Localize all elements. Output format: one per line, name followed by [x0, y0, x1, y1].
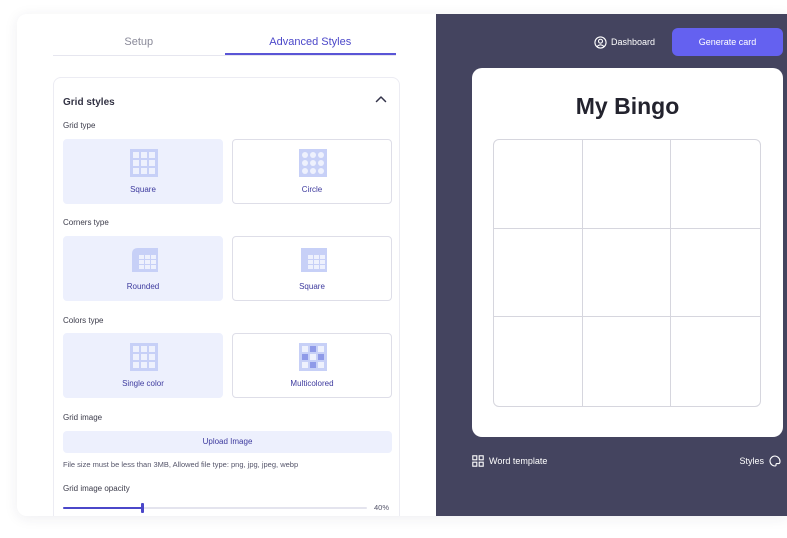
option-label: Single color [122, 379, 164, 388]
corners-type-square-option[interactable]: Square [232, 236, 392, 301]
bingo-cell[interactable] [494, 317, 583, 406]
colors-type-multicolored-option[interactable]: Multicolored [232, 333, 392, 398]
bingo-cell[interactable] [582, 140, 672, 229]
bingo-card-title: My Bingo [575, 93, 680, 119]
palette-icon [769, 455, 781, 467]
upload-hint: File size must be less than 3MB, Allowed… [63, 460, 299, 469]
opacity-slider-fill [63, 507, 143, 509]
rounded-corner-icon [132, 248, 158, 272]
chevron-up-icon[interactable] [374, 92, 388, 106]
option-label: Multicolored [290, 379, 334, 388]
opacity-slider-thumb[interactable] [141, 503, 145, 513]
bingo-card-preview: My Bingo [472, 68, 783, 437]
generate-card-button[interactable]: Generate card [672, 28, 783, 56]
bingo-cell[interactable] [494, 228, 583, 318]
user-circle-icon [594, 35, 607, 49]
word-template-button[interactable]: Word template [472, 455, 547, 467]
single-color-grid-icon [130, 343, 158, 371]
bingo-cell[interactable] [671, 140, 760, 229]
grid-type-label: Grid type [63, 121, 96, 130]
word-template-label: Word template [489, 456, 548, 466]
dashboard-label: Dashboard [611, 37, 656, 47]
page: Setup Advanced Styles Grid styles Grid t… [0, 0, 787, 538]
tab-advanced-styles[interactable]: Advanced Styles [224, 30, 396, 55]
dashboard-link[interactable]: Dashboard [594, 35, 655, 49]
upload-image-button[interactable]: Upload Image [63, 431, 392, 453]
bingo-cell[interactable] [583, 317, 672, 406]
grid-type-circle-option[interactable]: Circle [232, 139, 392, 204]
tab-setup[interactable]: Setup [53, 30, 225, 55]
circle-grid-icon [299, 149, 327, 177]
corners-type-rounded-option[interactable]: Rounded [63, 236, 223, 301]
colors-type-single-option[interactable]: Single color [63, 333, 223, 398]
multicolor-grid-icon [299, 343, 327, 371]
option-label: Square [299, 282, 325, 291]
styles-label: Styles [739, 456, 764, 466]
tab-bar: Setup Advanced Styles [53, 30, 396, 56]
opacity-value: 40% [374, 503, 390, 512]
preview-pane: Dashboard Generate card My Bingo Word te… [436, 14, 787, 516]
bingo-cell[interactable] [671, 317, 760, 406]
colors-type-label: Colors type [63, 316, 104, 325]
styles-button[interactable]: Styles [739, 455, 781, 467]
option-label: Square [130, 185, 156, 194]
opacity-slider[interactable] [63, 503, 367, 513]
bingo-cell[interactable] [671, 229, 760, 318]
bingo-cell[interactable] [582, 228, 672, 318]
square-grid-icon [130, 149, 158, 177]
bingo-cell[interactable] [494, 140, 583, 229]
app-window: Setup Advanced Styles Grid styles Grid t… [17, 14, 787, 516]
corners-type-label: Corners type [63, 218, 109, 227]
grid-icon [472, 455, 484, 467]
opacity-label: Grid image opacity [63, 484, 130, 493]
bingo-grid [493, 139, 761, 407]
grid-styles-header[interactable]: Grid styles [63, 92, 390, 108]
square-corner-icon [301, 248, 327, 272]
option-label: Circle [301, 185, 323, 194]
option-label: Rounded [126, 282, 160, 291]
panel-title: Grid styles [63, 97, 115, 108]
settings-pane: Setup Advanced Styles Grid styles Grid t… [17, 14, 436, 516]
grid-image-label: Grid image [63, 413, 103, 422]
grid-styles-panel: Grid styles Grid type Square Circle Corn… [53, 77, 400, 516]
grid-type-square-option[interactable]: Square [63, 139, 223, 204]
